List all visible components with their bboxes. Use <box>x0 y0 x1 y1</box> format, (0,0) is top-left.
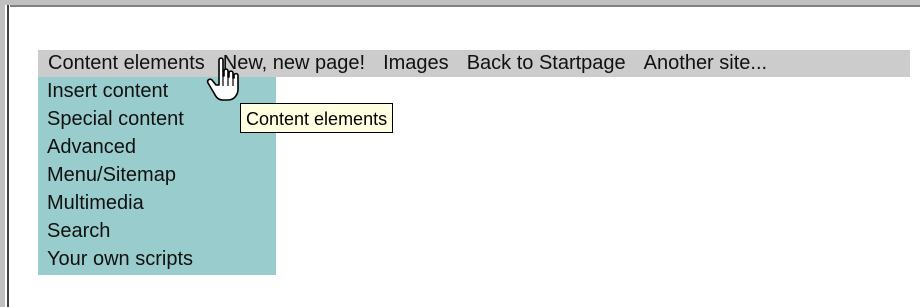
submenu-item-multimedia[interactable]: Multimedia <box>47 189 144 217</box>
submenu-item-your-own-scripts[interactable]: Your own scripts <box>47 245 193 273</box>
submenu-item-special-content[interactable]: Special content <box>47 105 184 133</box>
submenu-item-search[interactable]: Search <box>47 217 110 245</box>
submenu-item-insert-content[interactable]: Insert content <box>47 77 168 105</box>
menu-item-images[interactable]: Images <box>373 52 449 75</box>
menu-item-back-to-startpage[interactable]: Back to Startpage <box>457 52 626 75</box>
tooltip: Content elements <box>240 103 394 133</box>
menu-item-another-site[interactable]: Another site... <box>634 52 767 75</box>
window-frame-left <box>0 5 10 307</box>
top-menubar: Content elements New, new page! Images B… <box>38 50 910 77</box>
hand-pointer-icon <box>206 57 239 101</box>
window-frame-top <box>0 0 920 7</box>
submenu-item-menu-sitemap[interactable]: Menu/Sitemap <box>47 161 176 189</box>
menu-item-content-elements[interactable]: Content elements <box>38 52 205 75</box>
submenu-item-advanced[interactable]: Advanced <box>47 133 136 161</box>
